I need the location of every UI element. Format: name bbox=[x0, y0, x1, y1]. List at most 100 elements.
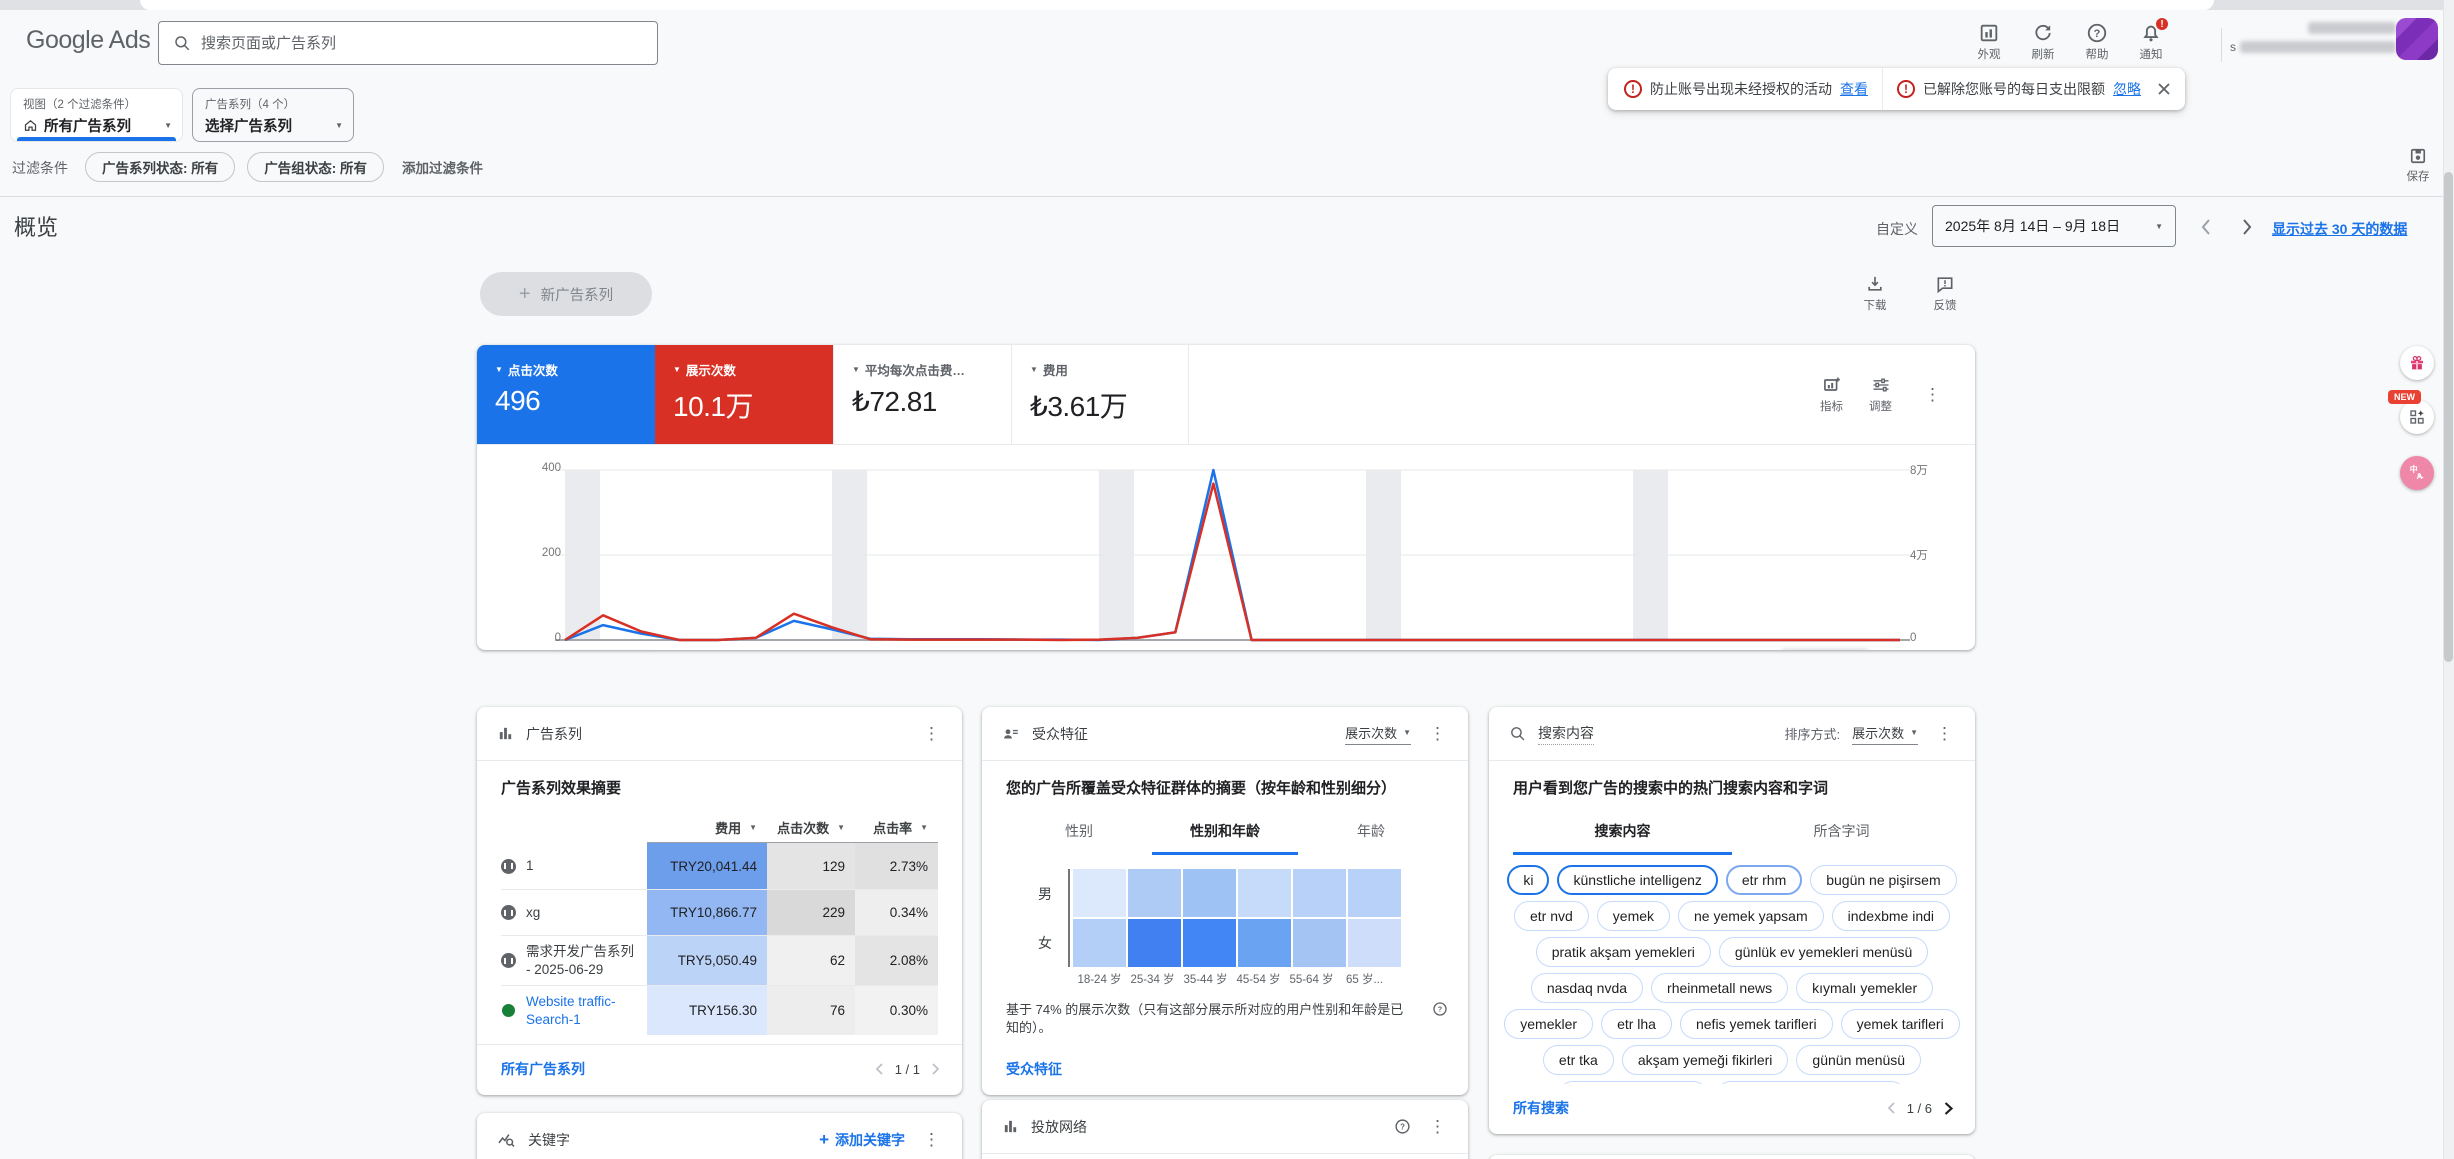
next-period-button[interactable] bbox=[2234, 214, 2260, 240]
chevron-down-icon: ▼ bbox=[164, 121, 172, 130]
more-options-button[interactable]: ⋮ bbox=[1423, 722, 1452, 746]
search-term-chip[interactable]: bugün ne pişirsem bbox=[1810, 865, 1957, 896]
impressions-metric-selector[interactable]: 展示次数 ▼ bbox=[1345, 723, 1411, 745]
search-term-chip[interactable]: günün menüsü bbox=[1796, 1045, 1922, 1076]
help-button[interactable]: ? 帮助 bbox=[2070, 16, 2124, 62]
table-row[interactable]: 需求开发广告系列 - 2025-06-29 TRY5,050.49 62 2.08% bbox=[501, 935, 938, 986]
more-options-button[interactable]: ⋮ bbox=[917, 722, 946, 746]
demographics-link[interactable]: 受众特征 bbox=[1006, 1059, 1062, 1079]
filter-chip-campaign-status[interactable]: 广告系列状态: 所有 bbox=[85, 152, 236, 182]
search-term-chip[interactable]: yemek tarifleri bbox=[1840, 1009, 1960, 1040]
alert-icon: ! bbox=[1624, 80, 1642, 98]
download-button[interactable]: 下载 bbox=[1848, 274, 1902, 313]
demographics-card: 受众特征 展示次数 ▼ ⋮ 您的广告所覆盖受众特征群体的摘要（按年龄和性别细分） … bbox=[982, 707, 1468, 1095]
campaign-table-body: 1 TRY20,041.44 129 2.73% xg TRY10,866.77 229 0.… bbox=[501, 843, 938, 1036]
tab-gender[interactable]: 性别 bbox=[1006, 811, 1152, 855]
new-campaign-button[interactable]: + 新广告系列 bbox=[480, 272, 652, 316]
whats-new-button[interactable] bbox=[2400, 400, 2434, 434]
translate-icon: 中A bbox=[2407, 463, 2427, 483]
show-last-30-days-link[interactable]: 显示过去 30 天的数据 bbox=[2272, 219, 2407, 239]
search-term-chip[interactable]: pratik akşam yemekleri bbox=[1535, 937, 1711, 968]
global-search-box[interactable] bbox=[158, 21, 658, 65]
save-button[interactable]: 保存 bbox=[2392, 146, 2444, 184]
table-row[interactable]: xg TRY10,866.77 229 0.34% bbox=[501, 889, 938, 936]
sort-metric-selector[interactable]: 展示次数 ▼ bbox=[1852, 723, 1918, 745]
more-options-button[interactable]: ⋮ bbox=[1423, 1115, 1452, 1139]
campaign-name[interactable]: Website traffic-Search-1 bbox=[526, 993, 641, 1028]
view-link[interactable]: 查看 bbox=[1840, 79, 1868, 99]
chart-more-button[interactable]: ⋮ bbox=[1918, 383, 1947, 407]
search-term-chip[interactable]: günlük ev yemekleri menüsü bbox=[1718, 937, 1929, 968]
scrollbar bbox=[2443, 0, 2454, 1159]
add-keywords-button[interactable]: + 添加关键字 bbox=[819, 1130, 905, 1150]
date-range-selector[interactable]: 2025年 8月 14日 – 9月 18日 ▼ bbox=[1932, 205, 2176, 247]
search-term-chip[interactable]: nefis yemek tarifleri bbox=[1679, 1009, 1833, 1040]
avatar[interactable] bbox=[2396, 18, 2438, 60]
table-row[interactable]: Website traffic-Search-1 TRY156.30 76 0.30% bbox=[501, 985, 938, 1036]
tab-age[interactable]: 年龄 bbox=[1298, 811, 1444, 855]
column-header-ctr[interactable]: 点击率 ▼ bbox=[855, 818, 938, 844]
translate-button[interactable]: 中A bbox=[2400, 456, 2434, 490]
feedback-button[interactable]: 反馈 bbox=[1918, 274, 1972, 313]
more-options-button[interactable]: ⋮ bbox=[917, 1128, 946, 1152]
search-term-chip[interactable]: yemekler bbox=[1504, 1009, 1594, 1040]
age-label: 55-64 岁 bbox=[1289, 974, 1334, 987]
status-paused-icon[interactable] bbox=[501, 858, 516, 874]
more-options-button[interactable]: ⋮ bbox=[1930, 722, 1959, 746]
notifications-button[interactable]: 通知 ! bbox=[2124, 16, 2178, 62]
close-toast-button[interactable] bbox=[2155, 80, 2173, 98]
promotions-gift-button[interactable] bbox=[2400, 346, 2434, 380]
view-selector-dropdown[interactable]: 视图（2 个过滤条件） 所有广告系列 ▼ bbox=[10, 88, 183, 142]
all-campaigns-link[interactable]: 所有广告系列 bbox=[501, 1059, 585, 1079]
status-paused-icon[interactable] bbox=[501, 905, 516, 921]
search-input[interactable] bbox=[201, 34, 643, 52]
appearance-button[interactable]: 外观 bbox=[1962, 16, 2016, 62]
next-page-button[interactable] bbox=[930, 1061, 942, 1077]
search-term-chip[interactable]: nasdaq nvda bbox=[1530, 973, 1644, 1004]
scrollbar-thumb[interactable] bbox=[2444, 172, 2453, 662]
search-term-chip[interactable]: rheinmetall news bbox=[1651, 973, 1789, 1004]
ignore-link[interactable]: 忽略 bbox=[2113, 79, 2141, 99]
search-term-chip[interactable]: indexbme indi bbox=[1831, 901, 1951, 932]
previous-period-button[interactable] bbox=[2192, 214, 2218, 240]
chevron-down-icon: ▼ bbox=[1910, 727, 1918, 737]
help-icon[interactable]: ? bbox=[1394, 1118, 1411, 1135]
filter-chip-ad-group-status[interactable]: 广告组状态: 所有 bbox=[247, 152, 384, 182]
search-term-chip[interactable]: akşam yemeği fikirleri bbox=[1621, 1045, 1789, 1076]
search-term-chip[interactable]: ne yemek yapsam bbox=[1678, 901, 1824, 932]
table-row[interactable]: 1 TRY20,041.44 129 2.73% bbox=[501, 843, 938, 890]
search-term-chip[interactable]: etr rhm bbox=[1725, 865, 1803, 896]
prev-page-button[interactable] bbox=[1885, 1100, 1897, 1116]
tab-gender-and-age[interactable]: 性别和年龄 bbox=[1152, 811, 1298, 856]
column-header-clicks[interactable]: 点击次数 ▼ bbox=[767, 818, 855, 844]
scorecard-cost[interactable]: ▼ 费用 ₺3.61万 bbox=[1011, 345, 1189, 444]
tab-search-terms[interactable]: 搜索内容 bbox=[1513, 811, 1732, 856]
status-paused-icon[interactable] bbox=[501, 953, 516, 969]
add-filter-button[interactable]: 添加过滤条件 bbox=[402, 157, 483, 177]
column-header-cost[interactable]: 费用 ▼ bbox=[647, 818, 767, 844]
search-term-chip[interactable]: etr nvd bbox=[1513, 901, 1589, 932]
scorecard-clicks[interactable]: ▼ 点击次数 496 bbox=[477, 345, 655, 444]
campaigns-card: 广告系列 ⋮ 广告系列效果摘要 费用 ▼ 点击次数 ▼ 点击率 ▼ 1 TRY20,04… bbox=[477, 707, 962, 1095]
search-term-chip[interactable]: ki bbox=[1507, 865, 1550, 896]
refresh-button[interactable]: 刷新 bbox=[2016, 16, 2070, 62]
adjust-button[interactable]: 调整 bbox=[1869, 375, 1892, 414]
prev-page-button[interactable] bbox=[873, 1061, 885, 1077]
search-term-chip[interactable]: kıymalı yemekler bbox=[1796, 973, 1934, 1004]
search-term-chip[interactable]: etr tka bbox=[1542, 1045, 1614, 1076]
search-term-chip[interactable]: künstliche intelligenz bbox=[1557, 865, 1718, 896]
all-searches-link[interactable]: 所有搜索 bbox=[1513, 1098, 1569, 1118]
scorecard-impressions[interactable]: ▼ 展示次数 10.1万 bbox=[655, 345, 833, 444]
scorecard-avg-cpc[interactable]: ▼ 平均每次点击费… ₺72.81 bbox=[833, 345, 1011, 444]
app-logo: Google Ads bbox=[26, 26, 151, 54]
search-term-chip[interactable]: yemek bbox=[1596, 901, 1671, 932]
top-app-bar: Google Ads 外观 刷新 ? bbox=[0, 10, 2454, 76]
campaign-selector-dropdown[interactable]: 广告系列（4 个） 选择广告系列 ▼ bbox=[192, 88, 354, 142]
next-page-button[interactable] bbox=[1942, 1100, 1955, 1117]
tab-included-words[interactable]: 所含字词 bbox=[1732, 811, 1951, 855]
search-term-chip[interactable]: etr lha bbox=[1601, 1009, 1672, 1040]
status-enabled-icon[interactable] bbox=[502, 1004, 515, 1018]
help-icon[interactable]: ? bbox=[1432, 1001, 1448, 1017]
metrics-button[interactable]: 指标 bbox=[1820, 375, 1843, 414]
keywords-card: 关键字 + 添加关键字 ⋮ bbox=[477, 1113, 962, 1159]
